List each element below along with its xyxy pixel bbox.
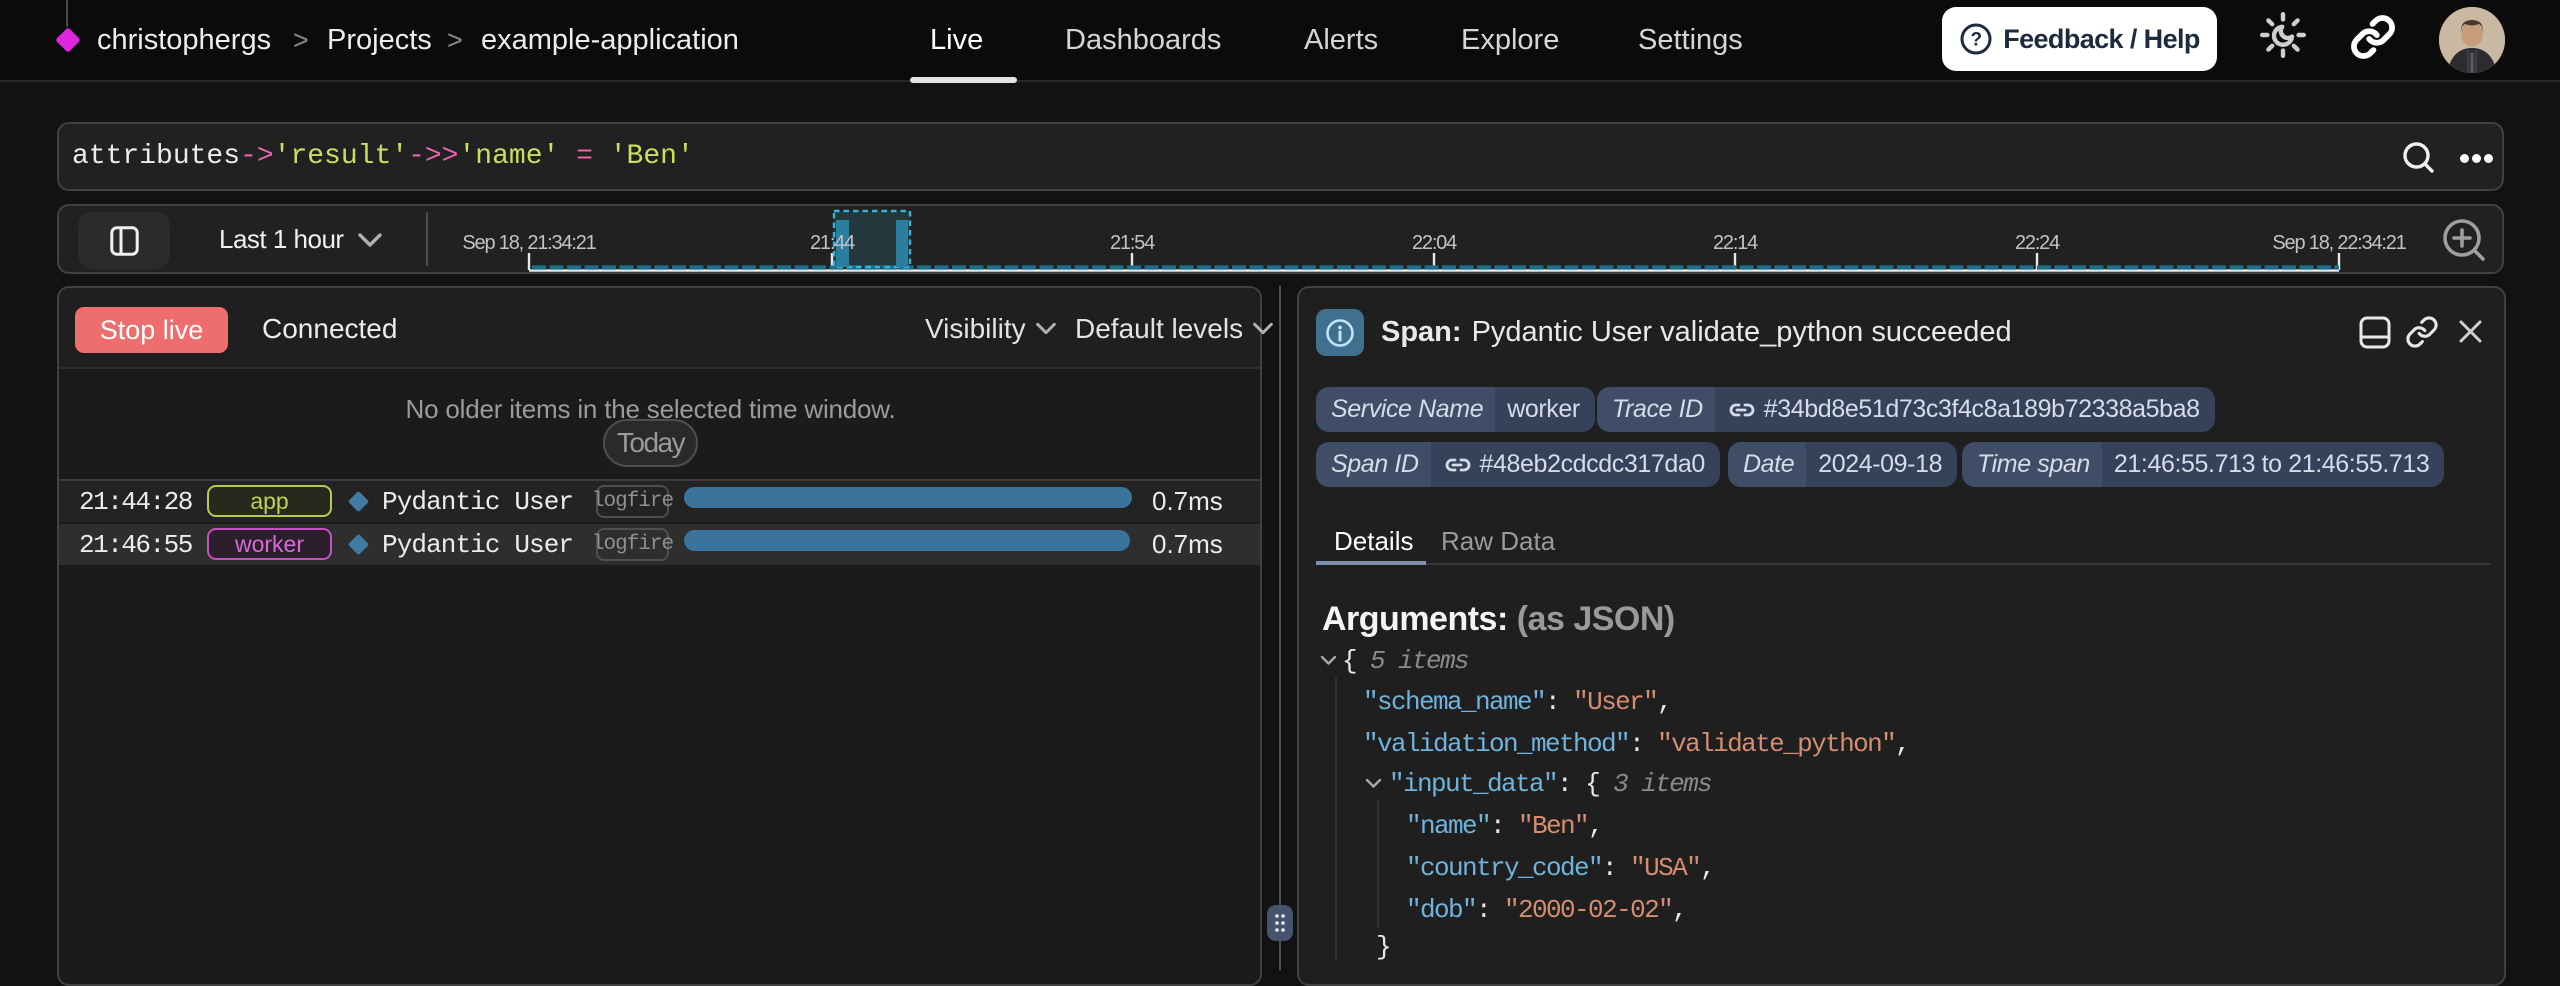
svg-text:?: ? [1971,30,1982,51]
